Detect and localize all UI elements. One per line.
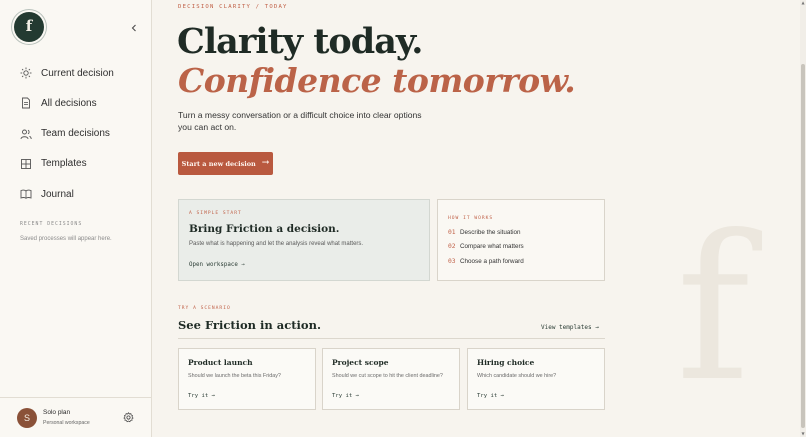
sidebar-item-current-decision[interactable]: Current decision <box>20 64 114 82</box>
book-icon <box>20 189 32 200</box>
scenario-card-project-scope[interactable]: Project scope Should we cut scope to hit… <box>322 348 460 410</box>
sun-icon <box>20 67 32 79</box>
scenario-card-product-launch[interactable]: Product launch Should we launch the beta… <box>178 348 316 410</box>
scenarios-title: See Friction in action. <box>178 318 321 332</box>
arrow-right-icon: → <box>208 393 215 399</box>
hero-subtitle: Turn a messy conversation or a difficult… <box>178 110 422 132</box>
scenario-title: Product launch <box>188 358 253 367</box>
people-icon <box>20 129 32 139</box>
sidebar-item-label: Journal <box>41 188 74 200</box>
scenario-card-hiring-choice[interactable]: Hiring choice Which candidate should we … <box>467 348 605 410</box>
sidebar-item-label: Current decision <box>41 67 114 79</box>
sidebar-footer: S Solo plan Personal workspace <box>0 397 152 437</box>
sidebar-item-journal[interactable]: Journal <box>20 185 114 203</box>
step-text: Describe the situation <box>460 229 521 236</box>
start-new-decision-button[interactable]: Start a new decision → <box>178 152 273 175</box>
simple-start-card: A SIMPLE START Bring Friction a decision… <box>178 199 430 281</box>
scenario-question: Which candidate should we hire? <box>477 373 557 379</box>
sidebar-nav: Current decision All decisions Team deci… <box>20 64 114 215</box>
sidebar-item-team-decisions[interactable]: Team decisions <box>20 125 114 143</box>
open-workspace-link[interactable]: Open workspace → <box>189 262 245 268</box>
sidebar-item-label: Team decisions <box>41 128 110 140</box>
sidebar-item-templates[interactable]: Templates <box>20 155 114 173</box>
watermark-logo: f <box>676 193 751 426</box>
card-eyebrow: HOW IT WORKS <box>448 216 494 221</box>
headline-line-2: Confidence tomorrow. <box>178 61 576 100</box>
try-it-link[interactable]: Try it → <box>477 393 504 399</box>
scrollbar-thumb[interactable] <box>801 64 805 428</box>
workspace-name: Personal workspace <box>43 420 90 426</box>
sidebar-item-label: Templates <box>41 158 87 170</box>
sidebar-item-label: All decisions <box>41 97 97 109</box>
step-number: 02 <box>448 243 456 250</box>
step-number: 01 <box>448 229 456 236</box>
chevron-left-icon <box>131 24 136 32</box>
document-icon <box>22 97 30 109</box>
step-item: 01 Describe the situation <box>448 229 521 236</box>
try-it-label: Try it <box>477 393 498 399</box>
try-it-label: Try it <box>188 393 209 399</box>
plan-name: Solo plan <box>43 409 71 416</box>
scenario-title: Hiring choice <box>477 358 535 367</box>
scenarios-eyebrow: TRY A SCENARIO <box>178 306 231 311</box>
step-item: 02 Compare what matters <box>448 243 524 250</box>
sidebar: f Current decision All decisions Team de… <box>0 0 152 437</box>
collapse-sidebar-button[interactable] <box>128 23 140 35</box>
page-eyebrow: DECISION CLARITY / TODAY <box>178 4 288 10</box>
try-it-label: Try it <box>332 393 353 399</box>
gear-icon[interactable] <box>123 412 134 423</box>
scenario-question: Should we cut scope to hit the client de… <box>332 373 443 379</box>
scenario-question: Should we launch the beta this Friday? <box>188 373 281 379</box>
grid-icon <box>21 158 31 169</box>
headline-line-1: Clarity today. <box>177 21 423 62</box>
recent-decisions-heading: RECENT DECISIONS <box>20 222 83 227</box>
open-workspace-label: Open workspace <box>189 262 238 268</box>
arrow-right-icon: → <box>352 393 359 399</box>
arrow-right-icon: → <box>261 158 270 168</box>
try-it-link[interactable]: Try it → <box>188 393 215 399</box>
card-description: Paste what is happening and let the anal… <box>189 241 364 247</box>
arrow-right-icon: → <box>595 324 599 331</box>
recent-decisions-empty: Saved processes will appear here. <box>20 236 112 242</box>
start-new-decision-label: Start a new decision <box>181 159 256 168</box>
view-templates-label: View templates <box>541 324 592 331</box>
step-text: Choose a path forward <box>460 258 524 265</box>
sidebar-item-all-decisions[interactable]: All decisions <box>20 94 114 112</box>
scrollbar[interactable]: ▲ ▼ <box>800 0 806 437</box>
step-text: Compare what matters <box>460 243 524 250</box>
view-templates-link[interactable]: View templates → <box>541 324 599 331</box>
try-it-link[interactable]: Try it → <box>332 393 359 399</box>
avatar[interactable]: S <box>17 408 37 428</box>
how-it-works-card: HOW IT WORKS 01 Describe the situation 0… <box>437 199 605 281</box>
scroll-down-icon[interactable]: ▼ <box>800 431 806 437</box>
card-eyebrow: A SIMPLE START <box>189 211 242 216</box>
arrow-right-icon: → <box>497 393 504 399</box>
step-number: 03 <box>448 258 456 265</box>
divider <box>178 338 605 339</box>
card-title: Bring Friction a decision. <box>189 223 340 235</box>
scenario-title: Project scope <box>332 358 389 367</box>
step-item: 03 Choose a path forward <box>448 258 524 265</box>
arrow-right-icon: → <box>241 262 245 268</box>
logo[interactable]: f <box>14 12 44 42</box>
scroll-up-icon[interactable]: ▲ <box>800 0 806 6</box>
